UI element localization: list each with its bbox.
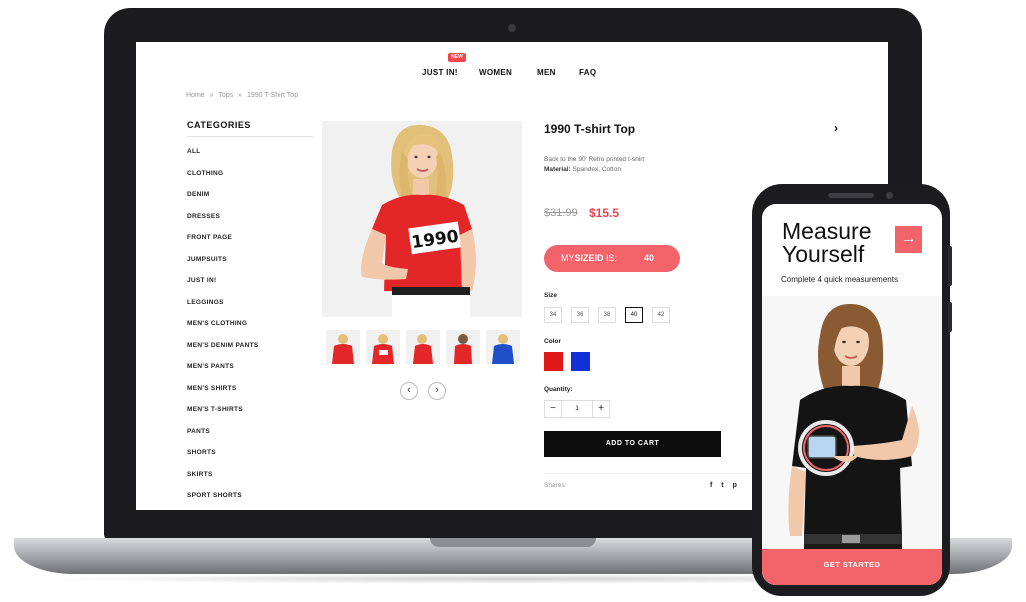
size-option-38[interactable]: 38 <box>598 307 616 323</box>
measure-title: Measure Yourself <box>782 220 871 266</box>
nav-item-faq[interactable]: FAQ <box>579 68 596 77</box>
old-price: $31.99 <box>544 207 578 219</box>
next-product-chevron-icon[interactable]: › <box>834 121 838 135</box>
nav-label: JUST IN! <box>422 68 458 77</box>
category-list: ALL CLOTHING DENIM DRESSES FRONT PAGE JU… <box>187 148 259 510</box>
thumbnail[interactable] <box>446 330 480 364</box>
breadcrumb-current: 1990 T-Shirt Top <box>246 92 299 99</box>
size-label: Size <box>544 292 558 299</box>
categories-title: CATEGORIES <box>187 120 313 137</box>
mysizeid-value: 40 <box>644 253 655 263</box>
measure-photo <box>762 296 942 585</box>
color-swatch-blue[interactable] <box>571 352 590 371</box>
gallery-next-button[interactable]: › <box>428 382 446 400</box>
category-item[interactable]: MEN'S PANTS <box>187 363 259 385</box>
model-photo: 1990 <box>361 124 476 317</box>
nav-item-men[interactable]: MEN <box>537 68 556 77</box>
thumbnail[interactable] <box>326 330 360 364</box>
breadcrumb-tops[interactable]: Tops <box>218 92 233 99</box>
breadcrumb-separator: » <box>238 92 243 99</box>
category-item[interactable]: DRESSES <box>187 213 259 235</box>
product-main-image[interactable]: 1990 <box>322 121 522 317</box>
product-title: 1990 T-shirt Top <box>544 122 636 136</box>
share-icons: f t p <box>710 482 744 489</box>
category-item[interactable]: JUST IN! <box>187 277 259 299</box>
category-item[interactable]: MEN'S DENIM PANTS <box>187 342 259 364</box>
twitter-icon[interactable]: t <box>721 482 723 489</box>
pinterest-icon[interactable]: p <box>733 482 737 489</box>
category-item[interactable]: CLOTHING <box>187 170 259 192</box>
thumbnail[interactable] <box>366 330 400 364</box>
product-description: Back to the 90' Retro printed t-shirt Ma… <box>544 155 644 175</box>
phone-speaker <box>828 193 874 198</box>
size-option-40[interactable]: 40 <box>625 307 643 323</box>
category-item[interactable]: MEN'S SHIRTS <box>187 385 259 407</box>
category-item[interactable]: JUMPSUITS <box>187 256 259 278</box>
category-item[interactable]: LEGGINGS <box>187 299 259 321</box>
category-item[interactable]: MEN'S T-SHIRTS <box>187 406 259 428</box>
category-item[interactable]: PANTS <box>187 428 259 450</box>
quantity-label: Quantity: <box>544 386 573 393</box>
mysizeid-label: MYSIZEID IS: <box>561 253 618 263</box>
thumbnail[interactable] <box>406 330 440 364</box>
quantity-increase-button[interactable]: + <box>592 400 610 418</box>
category-item[interactable]: ALL <box>187 148 259 170</box>
material-value: Spandex, Cotton <box>572 166 621 173</box>
category-item[interactable]: SKIRTS <box>187 471 259 493</box>
measure-title-line: Measure <box>782 218 872 244</box>
facebook-icon[interactable]: f <box>710 482 712 489</box>
thumbnail-image <box>413 334 433 364</box>
category-item[interactable]: SHORTS <box>187 449 259 471</box>
nav-item-women[interactable]: WOMEN <box>479 68 512 77</box>
phone-screen: Measure Yourself → Complete 4 quick meas… <box>762 204 942 585</box>
thumbnail[interactable] <box>486 330 520 364</box>
arrow-right-icon[interactable]: → <box>895 226 922 253</box>
thumbnail-image <box>492 334 514 364</box>
laptop-notch <box>430 538 596 547</box>
material-line: Material: Spandex, Cotton <box>544 165 644 175</box>
shares-label: Shares: <box>544 482 567 489</box>
color-label: Color <box>544 338 561 345</box>
thumbnail-image <box>372 334 394 364</box>
measure-subtitle: Complete 4 quick measurements <box>781 275 898 284</box>
category-item[interactable]: FRONT PAGE <box>187 234 259 256</box>
thumbnail-image <box>454 334 472 364</box>
phone-side-button <box>948 302 952 332</box>
phone-side-button <box>948 246 952 286</box>
add-to-cart-button[interactable]: ADD TO CART <box>544 431 721 457</box>
get-started-button[interactable]: GET STARTED <box>762 549 942 585</box>
quantity-stepper: − 1 + <box>544 400 610 418</box>
measure-title-line: Yourself <box>782 241 865 267</box>
model-measuring-photo <box>762 296 942 585</box>
breadcrumb-separator: » <box>209 92 214 99</box>
breadcrumb: Home » Tops » 1990 T-Shirt Top <box>186 92 301 99</box>
mysizeid-button[interactable]: MYSIZEID IS: 40 <box>544 245 680 272</box>
category-item[interactable]: DENIM <box>187 191 259 213</box>
size-option-36[interactable]: 36 <box>571 307 589 323</box>
sale-price: $15.5 <box>589 206 620 220</box>
material-label: Material: <box>544 166 571 173</box>
breadcrumb-home[interactable]: Home <box>186 92 205 99</box>
thumbnail-image <box>332 334 354 364</box>
laptop-camera <box>508 24 516 32</box>
size-option-34[interactable]: 34 <box>544 307 562 323</box>
category-item[interactable]: SPORT SHORTS <box>187 492 259 510</box>
gallery-prev-button[interactable]: ‹ <box>400 382 418 400</box>
quantity-input[interactable]: 1 <box>561 400 593 418</box>
nav-item-just-in[interactable]: JUST IN! <box>422 68 458 77</box>
divider <box>544 473 754 474</box>
quantity-decrease-button[interactable]: − <box>544 400 562 418</box>
phone-camera <box>886 192 893 199</box>
top-nav: JUST IN! NEW WOMEN MEN FAQ <box>136 53 888 84</box>
size-option-42[interactable]: 42 <box>652 307 670 323</box>
category-item[interactable]: MEN'S CLOTHING <box>187 320 259 342</box>
description-text: Back to the 90' Retro printed t-shirt <box>544 156 645 163</box>
color-swatch-red[interactable] <box>544 352 563 371</box>
new-badge: NEW <box>448 53 466 62</box>
